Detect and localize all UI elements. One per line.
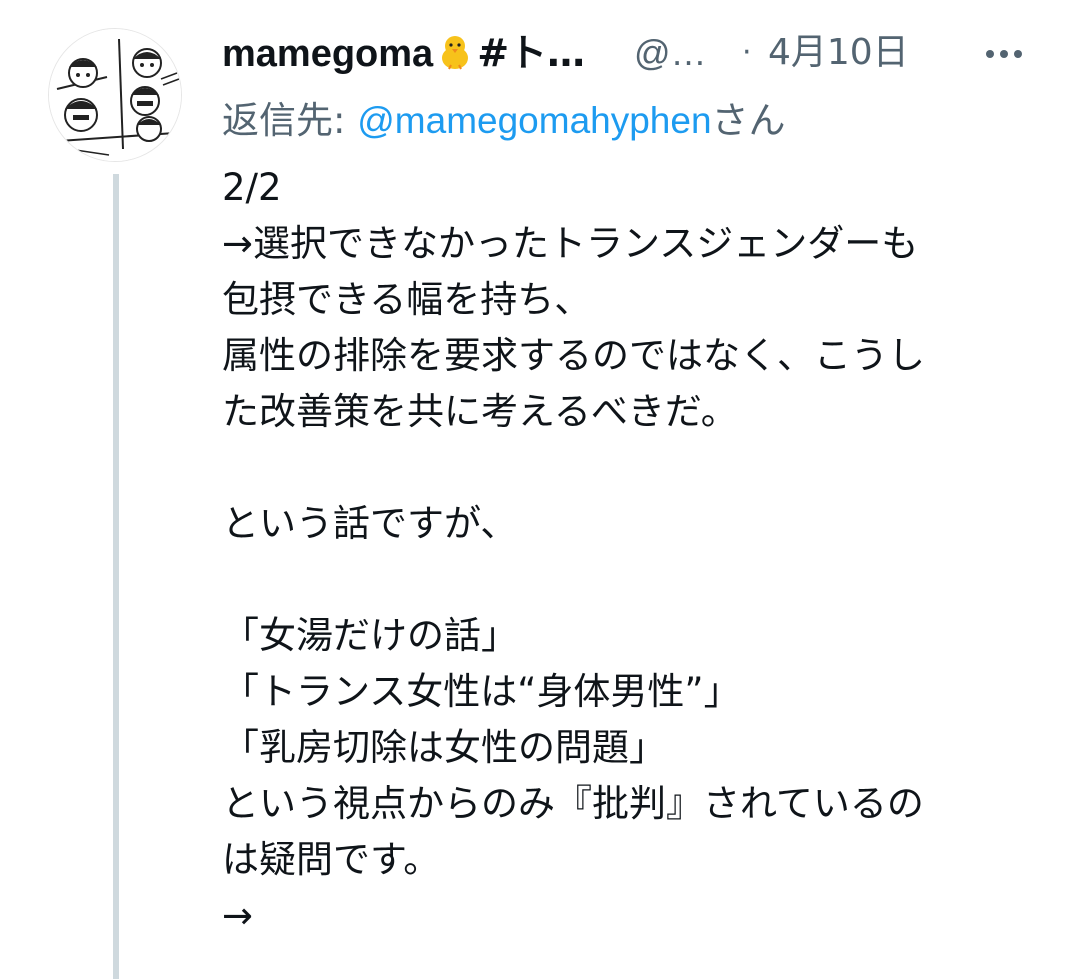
tweet-line: 包摂できる幅を持ち、: [222, 278, 592, 321]
author-handle[interactable]: @…: [634, 30, 707, 76]
more-dot: [1000, 50, 1008, 58]
author-display-name[interactable]: mamegoma #ト…: [222, 30, 585, 77]
tweet-line: 「乳房切除は女性の問題」: [222, 726, 666, 769]
reply-mention-link[interactable]: @mamegomahyphen: [357, 100, 711, 141]
tweet-line: という話ですが、: [222, 502, 518, 545]
tweet-line: 「女湯だけの話」: [222, 614, 518, 657]
tweet-header: mamegoma #ト… @… · 4月10日: [222, 26, 1042, 82]
thread-connector-line: [113, 174, 119, 979]
avatar[interactable]: [48, 28, 182, 162]
more-dot: [986, 50, 994, 58]
chick-icon: [435, 32, 475, 72]
header-separator: ·: [742, 35, 752, 70]
tweet-line: は疑問です。: [222, 838, 441, 881]
author-name-tail: #ト…: [477, 31, 586, 75]
reply-to-line: 返信先: @mamegomahyphenさん: [222, 98, 786, 144]
more-icon[interactable]: [974, 32, 1034, 76]
tweet-line: という視点からのみ『批判』されているの: [222, 782, 924, 825]
tweet-line: [222, 440, 1042, 496]
avatar-illustration: [49, 29, 181, 161]
tweet-line: →: [222, 894, 254, 937]
tweet-line: [222, 552, 1042, 608]
tweet-line: →選択できなかったトランスジェンダーも: [222, 222, 919, 265]
tweet-timestamp[interactable]: 4月10日: [768, 30, 909, 76]
author-name-text: mamegoma: [222, 33, 434, 75]
reply-prefix: 返信先:: [222, 99, 358, 142]
tweet-text: 2/2 →選択できなかったトランスジェンダーも 包摂できる幅を持ち、 属性の排除…: [222, 160, 1042, 944]
tweet-line: 「トランス女性は“身体男性”」: [222, 670, 741, 713]
tweet-line: た改善策を共に考えるべきだ。: [222, 390, 738, 433]
tweet-line: 属性の排除を要求するのではなく、こうし: [222, 334, 925, 377]
more-dot: [1014, 50, 1022, 58]
tweet-line: 2/2: [222, 166, 282, 209]
reply-suffix: さん: [711, 99, 786, 142]
